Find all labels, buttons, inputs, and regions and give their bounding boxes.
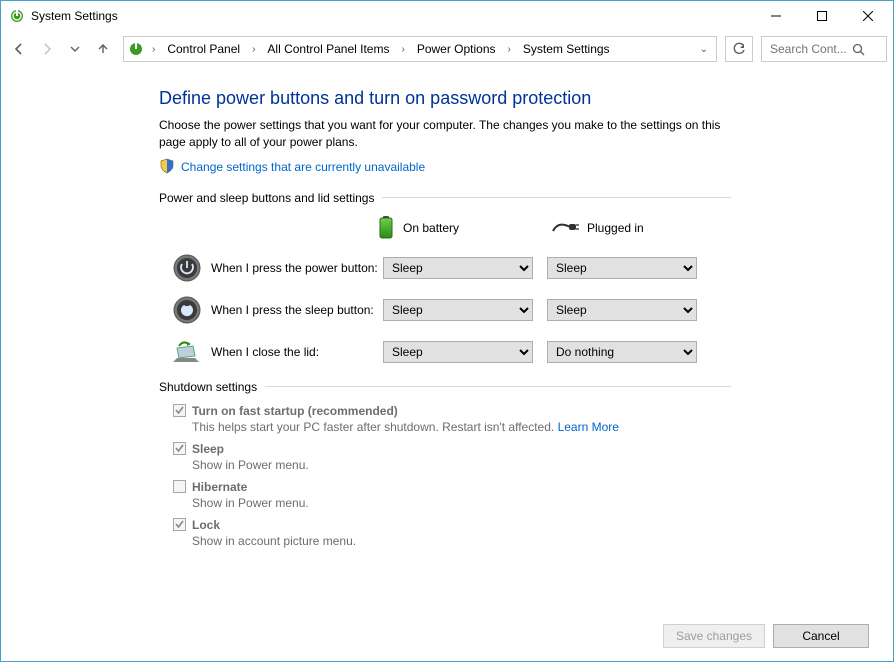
minimize-button[interactable]	[753, 1, 799, 31]
footer: Save changes Cancel	[1, 610, 893, 661]
sleep-button-icon	[173, 296, 201, 324]
lock-item: Lock Show in account picture menu.	[173, 518, 731, 548]
maximize-button[interactable]	[799, 1, 845, 31]
titlebar: System Settings	[1, 1, 893, 31]
recent-locations-button[interactable]	[63, 35, 87, 63]
chevron-right-icon[interactable]: ›	[248, 44, 259, 55]
plugged-in-header: Plugged in	[551, 219, 701, 238]
refresh-button[interactable]	[725, 36, 753, 62]
power-button-icon	[173, 254, 201, 282]
row-label: When I press the power button:	[211, 261, 383, 275]
checkbox-sub: Show in account picture menu.	[192, 534, 731, 548]
checkbox-label: Turn on fast startup (recommended)	[192, 404, 398, 418]
chevron-right-icon[interactable]: ›	[504, 44, 515, 55]
hibernate-checkbox[interactable]	[173, 480, 186, 493]
breadcrumb-item[interactable]: System Settings	[519, 40, 614, 58]
app-icon	[9, 8, 25, 24]
power-button-row: When I press the power button: Sleep Sle…	[159, 254, 731, 282]
sleep-checkbox[interactable]	[173, 442, 186, 455]
row-label: When I press the sleep button:	[211, 303, 383, 317]
chevron-right-icon[interactable]: ›	[397, 44, 408, 55]
laptop-lid-icon	[173, 338, 201, 366]
change-settings-link[interactable]: Change settings that are currently unava…	[181, 160, 425, 174]
fast-startup-item: Turn on fast startup (recommended) This …	[173, 404, 731, 434]
page-title: Define power buttons and turn on passwor…	[159, 88, 731, 109]
page-description: Choose the power settings that you want …	[159, 117, 731, 152]
breadcrumb-item[interactable]: Power Options	[413, 40, 500, 58]
sleep-item: Sleep Show in Power menu.	[173, 442, 731, 472]
checkbox-sub: Show in Power menu.	[192, 496, 731, 510]
save-changes-button[interactable]: Save changes	[663, 624, 765, 648]
row-label: When I close the lid:	[211, 345, 383, 359]
chevron-right-icon[interactable]: ›	[148, 44, 159, 55]
content-area: Define power buttons and turn on passwor…	[1, 68, 893, 610]
breadcrumb-item[interactable]: All Control Panel Items	[263, 40, 393, 58]
section-heading-buttons: Power and sleep buttons and lid settings	[159, 191, 731, 205]
on-battery-header: On battery	[377, 215, 541, 242]
cancel-button[interactable]: Cancel	[773, 624, 869, 648]
checkbox-label: Sleep	[192, 442, 224, 456]
search-icon	[852, 43, 865, 56]
lid-plugged-select[interactable]: Do nothing	[547, 341, 697, 363]
search-input[interactable]	[768, 41, 852, 57]
lid-row: When I close the lid: Sleep Do nothing	[159, 338, 731, 366]
lid-battery-select[interactable]: Sleep	[383, 341, 533, 363]
window-title: System Settings	[31, 9, 118, 23]
forward-button[interactable]	[35, 35, 59, 63]
column-headers: On battery Plugged in	[377, 215, 731, 242]
sleep-button-row: When I press the sleep button: Sleep Sle…	[159, 296, 731, 324]
section-heading-shutdown: Shutdown settings	[159, 380, 731, 394]
power-button-plugged-select[interactable]: Sleep	[547, 257, 697, 279]
power-button-battery-select[interactable]: Sleep	[383, 257, 533, 279]
hibernate-item: Hibernate Show in Power menu.	[173, 480, 731, 510]
sleep-button-battery-select[interactable]: Sleep	[383, 299, 533, 321]
sleep-button-plugged-select[interactable]: Sleep	[547, 299, 697, 321]
window: System Settings › Control Panel › All Co…	[0, 0, 894, 662]
back-button[interactable]	[7, 35, 31, 63]
close-button[interactable]	[845, 1, 891, 31]
checkbox-label: Hibernate	[192, 480, 247, 494]
up-button[interactable]	[91, 35, 115, 63]
plug-icon	[551, 219, 579, 238]
shutdown-settings-list: Turn on fast startup (recommended) This …	[173, 404, 731, 548]
lock-checkbox[interactable]	[173, 518, 186, 531]
breadcrumb-dropdown[interactable]: ⌄	[696, 44, 712, 55]
admin-link-row: Change settings that are currently unava…	[159, 158, 731, 177]
fast-startup-checkbox[interactable]	[173, 404, 186, 417]
shield-icon	[159, 158, 175, 177]
battery-icon	[377, 215, 395, 242]
breadcrumb[interactable]: › Control Panel › All Control Panel Item…	[123, 36, 717, 62]
checkbox-sub: This helps start your PC faster after sh…	[192, 420, 731, 434]
power-options-icon	[128, 41, 144, 57]
breadcrumb-item[interactable]: Control Panel	[163, 40, 244, 58]
nav-bar: › Control Panel › All Control Panel Item…	[1, 31, 893, 68]
search-box[interactable]	[761, 36, 887, 62]
learn-more-link[interactable]: Learn More	[558, 420, 619, 434]
checkbox-sub: Show in Power menu.	[192, 458, 731, 472]
checkbox-label: Lock	[192, 518, 220, 532]
